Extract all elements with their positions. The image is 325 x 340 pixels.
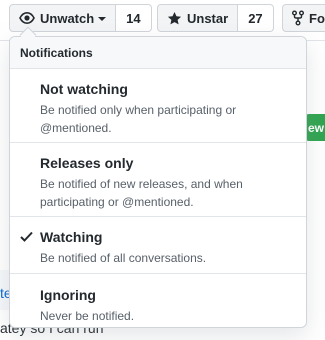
fork-label: For (309, 10, 325, 26)
fork-button-group: For (282, 4, 325, 32)
option-description: Be notified of new releases, and when pa… (40, 177, 243, 209)
stars-count[interactable]: 27 (238, 4, 274, 32)
star-button-group: Unstar 27 (157, 4, 274, 32)
option-description: Never be notified. (40, 309, 135, 323)
option-title: Ignoring (40, 287, 96, 303)
option-title: Releases only (40, 155, 134, 171)
watch-button-group: Unwatch 14 (9, 4, 152, 32)
unwatch-label: Unwatch (40, 10, 95, 26)
notifications-popover: Notifications Not watching Be notified o… (9, 36, 307, 328)
option-not-watching[interactable]: Not watching Be notified only when parti… (10, 69, 306, 143)
unstar-label: Unstar (187, 10, 229, 26)
option-releases-only[interactable]: Releases only Be notified of new release… (10, 143, 306, 217)
option-watching[interactable]: Watching Be notified of all conversation… (10, 217, 306, 274)
option-title: Not watching (40, 81, 128, 97)
unstar-button[interactable]: Unstar (157, 4, 239, 32)
new-button-fragment[interactable]: ew (305, 114, 325, 141)
option-ignoring[interactable]: Ignoring Never be notified. (10, 274, 306, 327)
option-title: Watching (40, 229, 103, 245)
option-description: Be notified only when participating or @… (40, 103, 237, 135)
star-icon (167, 11, 182, 26)
fork-button[interactable]: For (282, 4, 325, 32)
watchers-count[interactable]: 14 (116, 4, 152, 32)
option-description: Be notified of all conversations. (40, 251, 207, 265)
repo-forked-icon (292, 10, 304, 26)
popover-header: Notifications (10, 37, 306, 69)
eye-icon (19, 10, 35, 26)
chevron-down-icon (98, 17, 107, 21)
check-icon (20, 230, 33, 244)
